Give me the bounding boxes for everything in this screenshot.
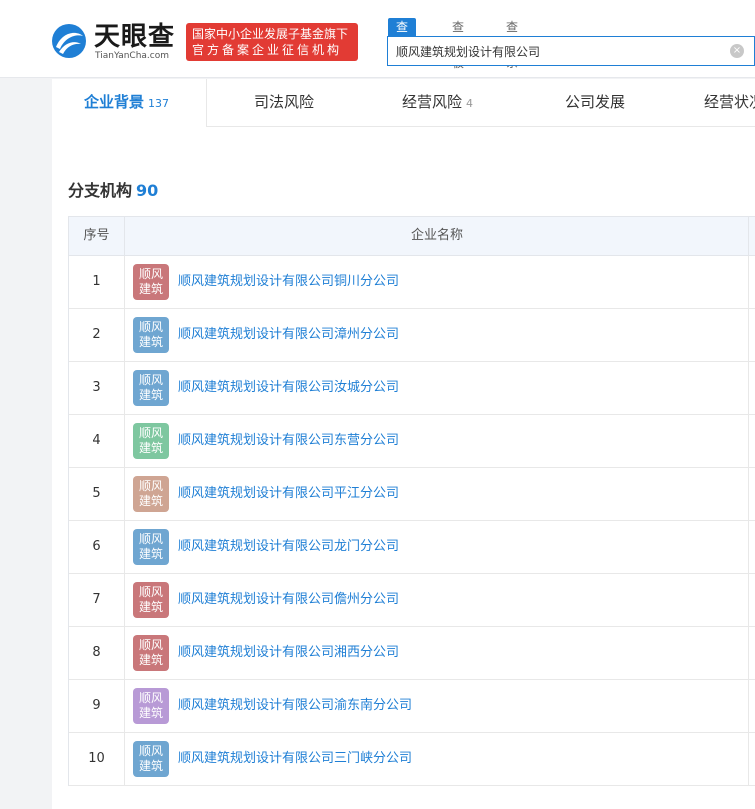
row-index: 9 xyxy=(69,680,125,732)
company-logo[interactable]: 顺风 建筑 xyxy=(133,529,169,565)
row-index: 1 xyxy=(69,256,125,308)
table-row: 6 顺风 建筑 顺风建筑规划设计有限公司龙门分公司 xyxy=(69,521,755,574)
tab-label: 经营状况 xyxy=(704,93,755,111)
search-tab-boss[interactable]: 查老板 xyxy=(444,18,472,70)
row-index: 4 xyxy=(69,415,125,467)
site-logo[interactable]: 天眼查 TianYanCha.com xyxy=(50,22,180,62)
company-name-link[interactable]: 顺风建筑规划设计有限公司漳州分公司 xyxy=(178,309,399,361)
row-company-cell: 顺风 建筑 顺风建筑规划设计有限公司漳州分公司 xyxy=(126,309,749,361)
table-row: 2 顺风 建筑 顺风建筑规划设计有限公司漳州分公司 xyxy=(69,309,755,362)
company-logo[interactable]: 顺风 建筑 xyxy=(133,476,169,512)
section-title-text: 分支机构 xyxy=(68,181,133,200)
row-company-cell: 顺风 建筑 顺风建筑规划设计有限公司平江分公司 xyxy=(126,468,749,520)
search-tab-relation[interactable]: 查关系 xyxy=(498,18,526,70)
main-content: 分支机构 90 序号 企业名称 1 顺风 建筑 顺风建筑规划设计有限公司铜川分公司 2 顺风… xyxy=(52,127,755,809)
tab-operation-risk[interactable]: 经营风险 4 xyxy=(402,79,473,127)
header-index: 序号 xyxy=(69,217,125,255)
company-logo[interactable]: 顺风 建筑 xyxy=(133,423,169,459)
company-name-link[interactable]: 顺风建筑规划设计有限公司三门峡分公司 xyxy=(178,733,412,785)
company-logo[interactable]: 顺风 建筑 xyxy=(133,741,169,777)
company-name-link[interactable]: 顺风建筑规划设计有限公司汝城分公司 xyxy=(178,362,399,414)
branch-table: 序号 企业名称 1 顺风 建筑 顺风建筑规划设计有限公司铜川分公司 2 顺风 建筑 顺风建筑规… xyxy=(68,216,755,786)
company-name-link[interactable]: 顺风建筑规划设计有限公司湘西分公司 xyxy=(178,627,399,679)
row-index: 2 xyxy=(69,309,125,361)
search-input[interactable] xyxy=(396,41,716,61)
table-row: 4 顺风 建筑 顺风建筑规划设计有限公司东营分公司 xyxy=(69,415,755,468)
section-nav: 企业背景137 司法风险 经营风险4 公司发展 经营状况 xyxy=(52,79,755,127)
row-index: 7 xyxy=(69,574,125,626)
company-name-link[interactable]: 顺风建筑规划设计有限公司东营分公司 xyxy=(178,415,399,467)
tab-label: 企业背景 xyxy=(84,93,145,111)
badge-line-1: 国家中小企业发展子基金旗下 xyxy=(192,27,349,41)
logo-name-cn: 天眼查 xyxy=(94,22,176,52)
branch-count: 90 xyxy=(136,181,159,200)
tab-operation-status[interactable]: 经营状况 xyxy=(704,79,755,127)
company-logo[interactable]: 顺风 建筑 xyxy=(133,582,169,618)
tab-label: 经营风险 xyxy=(402,93,463,111)
logo-name-en: TianYanCha.com xyxy=(95,51,170,61)
row-company-cell: 顺风 建筑 顺风建筑规划设计有限公司汝城分公司 xyxy=(126,362,749,414)
table-row: 8 顺风 建筑 顺风建筑规划设计有限公司湘西分公司 xyxy=(69,627,755,680)
badge-line-2: 官方备案企业征信机构 xyxy=(192,43,343,57)
branch-section-title: 分支机构 90 xyxy=(68,181,158,201)
tab-count: 137 xyxy=(148,97,170,110)
company-logo[interactable]: 顺风 建筑 xyxy=(133,317,169,353)
table-row: 9 顺风 建筑 顺风建筑规划设计有限公司渝东南分公司 xyxy=(69,680,755,733)
row-index: 6 xyxy=(69,521,125,573)
row-company-cell: 顺风 建筑 顺风建筑规划设计有限公司湘西分公司 xyxy=(126,627,749,679)
row-company-cell: 顺风 建筑 顺风建筑规划设计有限公司儋州分公司 xyxy=(126,574,749,626)
official-badge: 国家中小企业发展子基金旗下 官方备案企业征信机构 xyxy=(186,23,358,61)
company-logo[interactable]: 顺风 建筑 xyxy=(133,370,169,406)
row-company-cell: 顺风 建筑 顺风建筑规划设计有限公司三门峡分公司 xyxy=(126,733,749,785)
company-name-link[interactable]: 顺风建筑规划设计有限公司渝东南分公司 xyxy=(178,680,412,732)
row-index: 3 xyxy=(69,362,125,414)
company-logo[interactable]: 顺风 建筑 xyxy=(133,635,169,671)
company-name-link[interactable]: 顺风建筑规划设计有限公司铜川分公司 xyxy=(178,256,399,308)
tab-label: 公司发展 xyxy=(565,93,626,111)
row-index: 10 xyxy=(69,733,125,785)
company-logo[interactable]: 顺风 建筑 xyxy=(133,688,169,724)
row-company-cell: 顺风 建筑 顺风建筑规划设计有限公司龙门分公司 xyxy=(126,521,749,573)
row-index: 8 xyxy=(69,627,125,679)
header-company-name: 企业名称 xyxy=(126,217,749,255)
tab-judicial-risk[interactable]: 司法风险 xyxy=(254,79,314,127)
eye-logo-icon xyxy=(52,24,86,58)
tab-enterprise-background[interactable]: 企业背景 137 xyxy=(52,79,207,127)
company-logo[interactable]: 顺风 建筑 xyxy=(133,264,169,300)
row-index: 5 xyxy=(69,468,125,520)
company-name-link[interactable]: 顺风建筑规划设计有限公司平江分公司 xyxy=(178,468,399,520)
tab-count: 4 xyxy=(466,97,474,110)
search-tab-company[interactable]: 查公司 xyxy=(388,18,417,70)
row-company-cell: 顺风 建筑 顺风建筑规划设计有限公司铜川分公司 xyxy=(126,256,749,308)
tab-label: 司法风险 xyxy=(254,93,315,111)
tab-company-development[interactable]: 公司发展 xyxy=(565,79,625,127)
table-row: 1 顺风 建筑 顺风建筑规划设计有限公司铜川分公司 xyxy=(69,256,755,309)
table-row: 3 顺风 建筑 顺风建筑规划设计有限公司汝城分公司 xyxy=(69,362,755,415)
search-box: × xyxy=(387,36,755,66)
row-company-cell: 顺风 建筑 顺风建筑规划设计有限公司渝东南分公司 xyxy=(126,680,749,732)
company-name-link[interactable]: 顺风建筑规划设计有限公司龙门分公司 xyxy=(178,521,399,573)
table-header: 序号 企业名称 xyxy=(69,217,755,256)
clear-icon[interactable]: × xyxy=(730,44,744,58)
table-body: 1 顺风 建筑 顺风建筑规划设计有限公司铜川分公司 2 顺风 建筑 顺风建筑规划设计有限公司漳… xyxy=(69,256,755,786)
table-row: 5 顺风 建筑 顺风建筑规划设计有限公司平江分公司 xyxy=(69,468,755,521)
company-name-link[interactable]: 顺风建筑规划设计有限公司儋州分公司 xyxy=(178,574,399,626)
top-header: 天眼查 TianYanCha.com 国家中小企业发展子基金旗下 官方备案企业征… xyxy=(0,0,755,78)
row-company-cell: 顺风 建筑 顺风建筑规划设计有限公司东营分公司 xyxy=(126,415,749,467)
table-row: 10 顺风 建筑 顺风建筑规划设计有限公司三门峡分公司 xyxy=(69,733,755,786)
table-row: 7 顺风 建筑 顺风建筑规划设计有限公司儋州分公司 xyxy=(69,574,755,627)
